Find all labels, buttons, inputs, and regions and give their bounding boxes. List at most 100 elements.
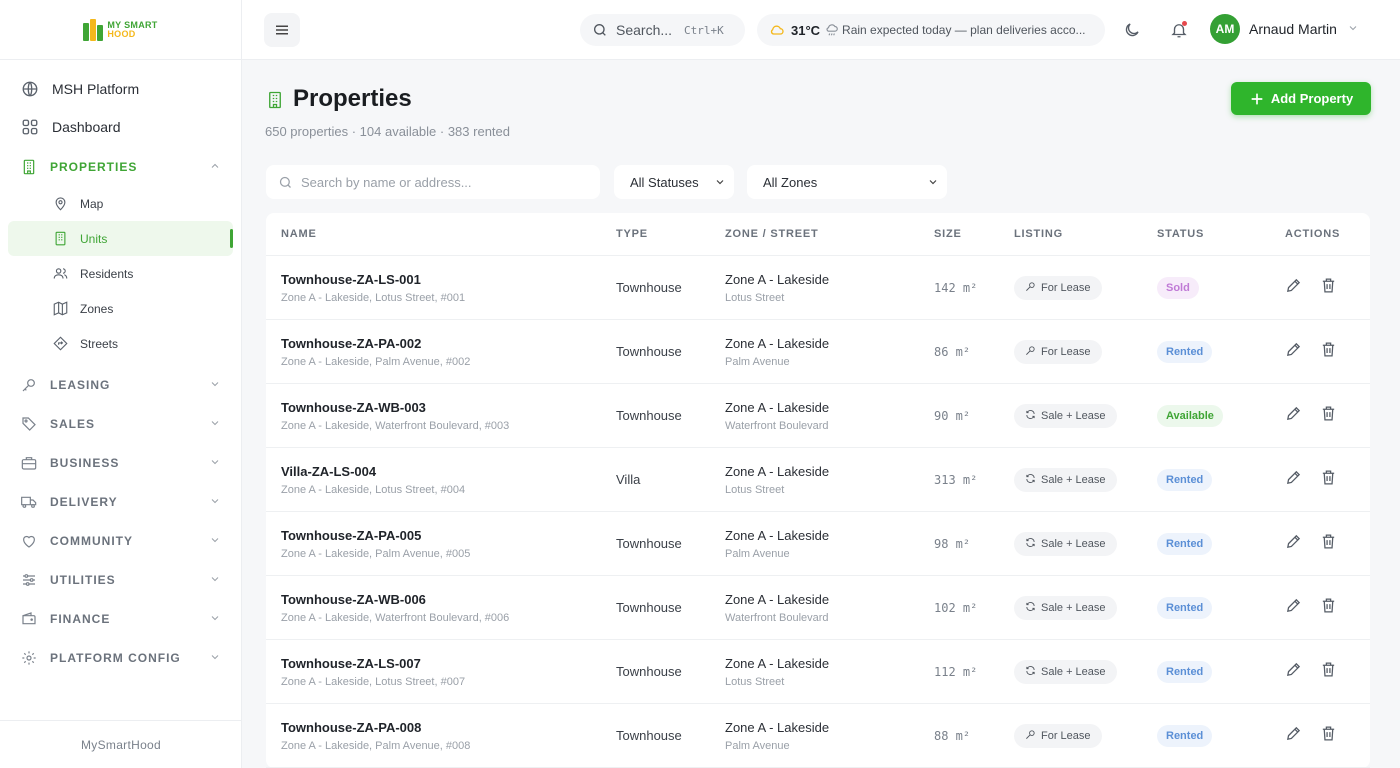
sidebar-item-map[interactable]: Map [0,186,241,221]
sidebar-item-label: MSH Platform [52,81,140,97]
table-row[interactable]: Townhouse-ZA-WB-006 Zone A - Lakeside, W… [266,576,1370,640]
table-row[interactable]: Townhouse-ZA-PA-002 Zone A - Lakeside, P… [266,320,1370,384]
table-row[interactable]: Townhouse-ZA-PA-008 Zone A - Lakeside, P… [266,704,1370,768]
property-name[interactable]: Townhouse-ZA-PA-005 [281,528,470,543]
property-type: Townhouse [616,407,682,423]
property-name[interactable]: Townhouse-ZA-PA-002 [281,336,470,351]
delete-button[interactable] [1320,277,1337,299]
add-property-button[interactable]: Add Property [1231,82,1371,115]
edit-button[interactable] [1285,277,1302,299]
property-name[interactable]: Townhouse-ZA-WB-006 [281,592,509,607]
edit-button[interactable] [1285,597,1302,619]
property-name[interactable]: Townhouse-ZA-WB-003 [281,400,509,415]
sidebar-section-label: DELIVERY [50,494,118,509]
sidebar-section-delivery[interactable]: DELIVERY [0,482,241,521]
edit-button[interactable] [1285,725,1302,747]
listing-badge: Sale + Lease [1014,403,1117,428]
edit-button[interactable] [1285,341,1302,363]
status-badge: Rented [1157,468,1213,491]
sidebar-section-platform-config[interactable]: PLATFORM CONFIG [0,638,241,677]
property-street: Lotus Street [725,675,785,688]
status-filter-select[interactable]: All Statuses [614,165,734,199]
brand-logo[interactable]: MY SMART HOOD [0,0,241,60]
delete-button[interactable] [1320,661,1337,683]
user-menu[interactable]: AM Arnaud Martin [1210,14,1359,44]
sidebar-item-residents[interactable]: Residents [0,256,241,291]
property-search-input[interactable]: Search by name or address... [266,165,600,199]
property-address: Zone A - Lakeside, Palm Avenue, #008 [281,739,471,752]
table-row[interactable]: Townhouse-ZA-LS-007 Zone A - Lakeside, L… [266,640,1370,704]
moon-icon [1125,23,1139,37]
sidebar-item-zones[interactable]: Zones [0,291,241,326]
sidebar-item-streets[interactable]: Streets [0,326,241,361]
table-row[interactable]: Villa-ZA-LS-004 Zone A - Lakeside, Lotus… [266,448,1370,512]
chevron-down-icon [209,417,221,432]
logo-text-line2: HOOD [107,28,136,39]
sidebar-item-units[interactable]: Units [8,221,233,256]
property-zone: Zone A - Lakeside [725,335,830,351]
delete-button[interactable] [1320,405,1337,427]
topbar: Search... Ctrl+K 31°C Rain expected toda… [242,0,1400,60]
column-header-zone[interactable]: ZONE / STREET [725,228,819,240]
sidebar-section-community[interactable]: COMMUNITY [0,521,241,560]
trash-icon [1322,597,1335,613]
chevron-down-icon [209,495,221,510]
refresh-icon [1025,409,1036,423]
sidebar-section-sales[interactable]: SALES [0,404,241,443]
delete-button[interactable] [1320,533,1337,555]
signpost-icon [52,336,68,352]
theme-toggle-button[interactable] [1116,14,1148,46]
delete-button[interactable] [1320,341,1337,363]
status-badge: Rented [1157,724,1213,747]
globe-icon [20,79,40,99]
trash-icon [1322,533,1335,549]
search-icon [594,24,606,36]
property-type: Townhouse [616,599,682,615]
truck-icon [20,493,38,511]
column-header-name[interactable]: NAME [281,228,317,240]
sidebar-item-msh-platform[interactable]: MSH Platform [0,70,241,108]
delete-button[interactable] [1320,597,1337,619]
status-badge: Rented [1157,660,1213,683]
column-header-status[interactable]: STATUS [1157,228,1204,240]
property-address: Zone A - Lakeside, Lotus Street, #007 [281,675,466,688]
column-header-size[interactable]: SIZE [934,228,962,240]
sidebar-section-utilities[interactable]: UTILITIES [0,560,241,599]
sidebar-item-dashboard[interactable]: Dashboard [0,108,241,146]
column-header-listing[interactable]: LISTING [1014,228,1063,240]
edit-button[interactable] [1285,405,1302,427]
column-header-type[interactable]: TYPE [616,228,648,240]
table-row[interactable]: Townhouse-ZA-WB-003 Zone A - Lakeside, W… [266,384,1370,448]
status-badge: Rented [1157,340,1213,363]
search-icon [279,176,291,188]
chevron-down-icon [209,378,221,393]
sidebar-nav: MSH Platform Dashboard PROPERTIES Map Un… [0,60,241,677]
sidebar-section-label: PLATFORM CONFIG [50,650,181,665]
chevron-down-icon [714,176,726,191]
listing-label: For Lease [1041,281,1091,294]
trash-icon [1322,469,1335,485]
edit-button[interactable] [1285,661,1302,683]
refresh-icon [1025,601,1036,615]
delete-button[interactable] [1320,725,1337,747]
table-row[interactable]: Townhouse-ZA-PA-005 Zone A - Lakeside, P… [266,512,1370,576]
global-search[interactable]: Search... Ctrl+K [580,14,745,46]
property-name[interactable]: Townhouse-ZA-PA-008 [281,720,470,735]
property-name[interactable]: Townhouse-ZA-LS-007 [281,656,465,671]
sidebar-section-properties[interactable]: PROPERTIES [0,147,241,186]
weather-widget[interactable]: 31°C Rain expected today — plan deliveri… [757,14,1105,46]
delete-button[interactable] [1320,469,1337,491]
edit-button[interactable] [1285,469,1302,491]
menu-toggle-button[interactable] [264,13,300,47]
edit-button[interactable] [1285,533,1302,555]
table-body: Townhouse-ZA-LS-001 Zone A - Lakeside, L… [266,256,1370,768]
table-row[interactable]: Townhouse-ZA-LS-001 Zone A - Lakeside, L… [266,256,1370,320]
property-name[interactable]: Townhouse-ZA-LS-001 [281,272,465,287]
sidebar-section-business[interactable]: BUSINESS [0,443,241,482]
property-name[interactable]: Villa-ZA-LS-004 [281,464,465,479]
sidebar-section-leasing[interactable]: LEASING [0,365,241,404]
listing-badge: For Lease [1014,339,1102,364]
zone-filter-select[interactable]: All Zones [747,165,947,199]
sidebar-section-finance[interactable]: FINANCE [0,599,241,638]
notifications-button[interactable] [1163,14,1195,46]
